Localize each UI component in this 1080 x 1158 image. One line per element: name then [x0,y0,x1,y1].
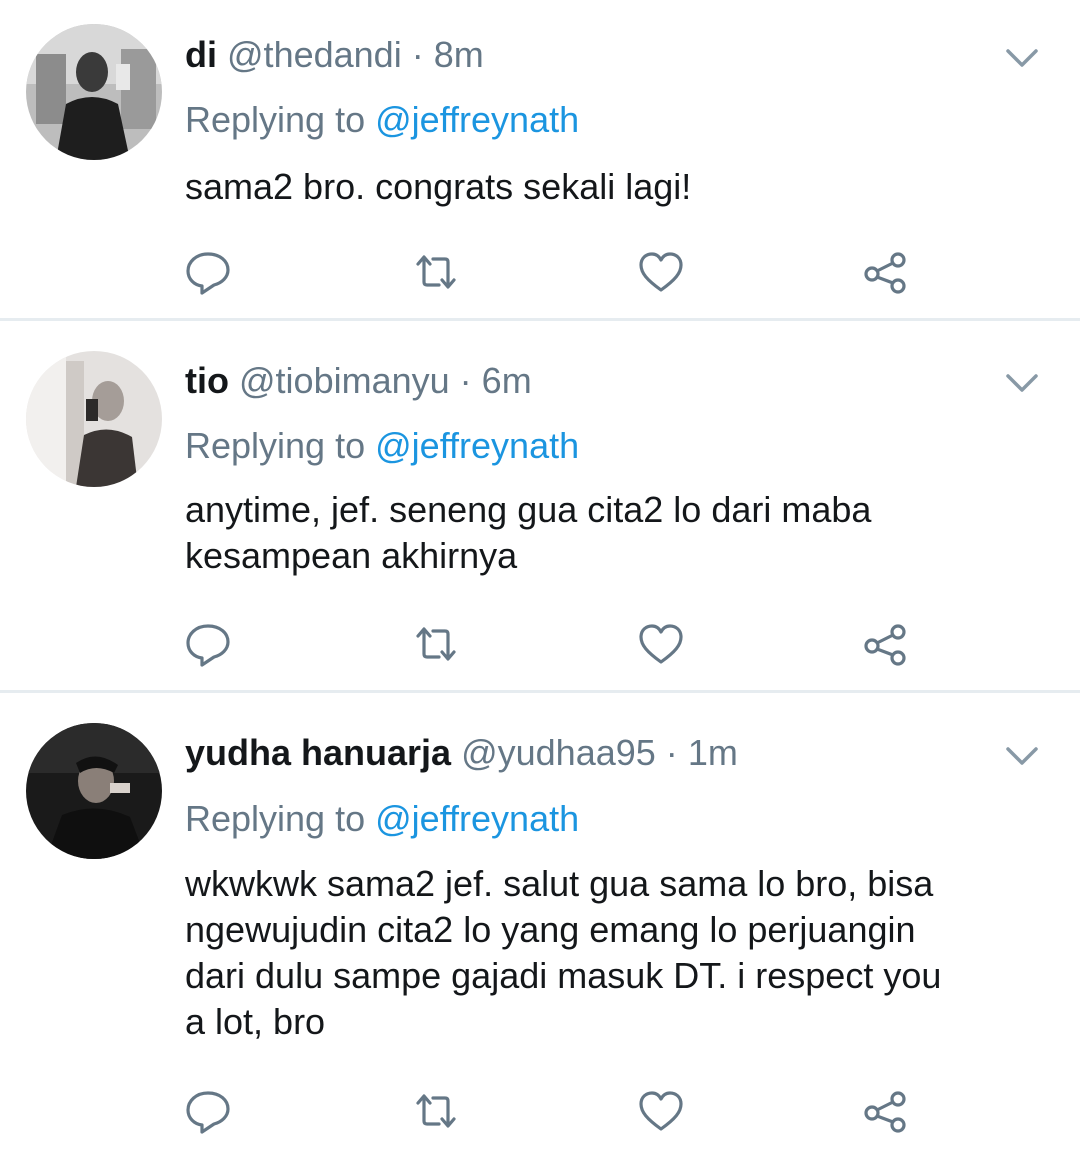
replying-to: Replying to @jeffreynath [185,424,579,468]
action-bar [0,616,1080,676]
reply-icon[interactable] [180,1083,236,1139]
share-icon[interactable] [858,616,914,672]
avatar[interactable] [26,24,162,160]
tweet[interactable]: tio @tiobimanyu · 6m Replying to @jeffre… [0,321,1080,690]
tweet[interactable]: di @thedandi · 8m Replying to @jeffreyna… [0,0,1080,318]
separator-dot: · [665,732,678,773]
chevron-down-icon[interactable] [1000,36,1044,80]
retweet-icon[interactable] [408,244,464,300]
replying-prefix: Replying to [185,99,366,140]
user-handle[interactable]: @yudhaa95 [461,732,656,773]
mention-link[interactable]: @jeffreynath [375,798,579,839]
avatar[interactable] [26,723,162,859]
replying-prefix: Replying to [185,798,366,839]
reply-icon[interactable] [180,616,236,672]
action-bar [0,244,1080,304]
user-handle[interactable]: @thedandi [227,34,402,75]
share-icon[interactable] [858,244,914,300]
display-name[interactable]: yudha hanuarja [185,732,451,773]
heart-icon[interactable] [633,244,689,300]
heart-icon[interactable] [633,616,689,672]
display-name[interactable]: di [185,34,217,75]
timestamp[interactable]: 8m [434,34,484,75]
replying-to: Replying to @jeffreynath [185,98,579,142]
timestamp[interactable]: 1m [688,732,738,773]
chevron-down-icon[interactable] [1000,734,1044,778]
replying-prefix: Replying to [185,425,366,466]
tweet-text: anytime, jef. seneng gua cita2 lo dari m… [185,489,872,576]
heart-icon[interactable] [633,1083,689,1139]
retweet-icon[interactable] [408,1083,464,1139]
timestamp[interactable]: 6m [482,360,532,401]
separator-dot: · [459,360,472,401]
separator-dot: · [411,34,424,75]
mention-link[interactable]: @jeffreynath [375,425,579,466]
tweet-header: yudha hanuarja @yudhaa95 · 1m [185,731,738,775]
tweet-text: sama2 bro. congrats sekali lagi! [185,166,692,207]
mention-link[interactable]: @jeffreynath [375,99,579,140]
retweet-icon[interactable] [408,616,464,672]
action-bar [0,1083,1080,1143]
tweet-header: tio @tiobimanyu · 6m [185,359,532,403]
replying-to: Replying to @jeffreynath [185,797,579,841]
tweet-text: wkwkwk sama2 jef. salut gua sama lo bro,… [185,863,942,1042]
share-icon[interactable] [858,1083,914,1139]
reply-icon[interactable] [180,244,236,300]
tweet[interactable]: yudha hanuarja @yudhaa95 · 1m Replying t… [0,693,1080,1158]
user-handle[interactable]: @tiobimanyu [239,360,450,401]
chevron-down-icon[interactable] [1000,361,1044,405]
display-name[interactable]: tio [185,360,229,401]
tweet-header: di @thedandi · 8m [185,33,484,77]
avatar[interactable] [26,351,162,487]
